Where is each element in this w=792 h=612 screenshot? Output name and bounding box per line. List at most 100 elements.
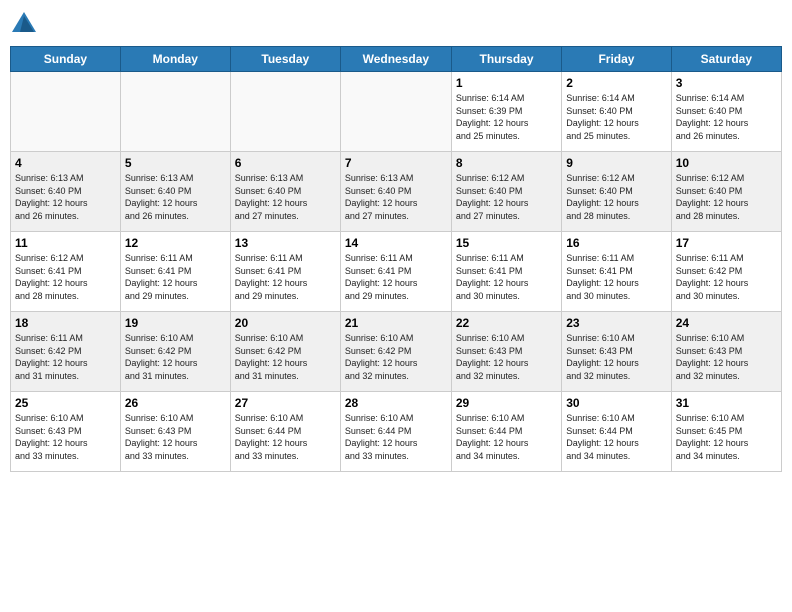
calendar-cell: 17Sunrise: 6:11 AM Sunset: 6:42 PM Dayli… [671,232,781,312]
calendar-cell: 28Sunrise: 6:10 AM Sunset: 6:44 PM Dayli… [340,392,451,472]
day-info: Sunrise: 6:13 AM Sunset: 6:40 PM Dayligh… [235,172,336,222]
calendar-cell: 20Sunrise: 6:10 AM Sunset: 6:42 PM Dayli… [230,312,340,392]
calendar-cell [120,72,230,152]
calendar-cell [11,72,121,152]
calendar-cell: 2Sunrise: 6:14 AM Sunset: 6:40 PM Daylig… [562,72,672,152]
calendar-cell: 13Sunrise: 6:11 AM Sunset: 6:41 PM Dayli… [230,232,340,312]
day-info: Sunrise: 6:13 AM Sunset: 6:40 PM Dayligh… [15,172,116,222]
calendar-header-row: SundayMondayTuesdayWednesdayThursdayFrid… [11,47,782,72]
day-number: 30 [566,395,667,411]
calendar-cell: 10Sunrise: 6:12 AM Sunset: 6:40 PM Dayli… [671,152,781,232]
day-info: Sunrise: 6:11 AM Sunset: 6:41 PM Dayligh… [345,252,447,302]
day-info: Sunrise: 6:13 AM Sunset: 6:40 PM Dayligh… [345,172,447,222]
day-number: 27 [235,395,336,411]
day-info: Sunrise: 6:10 AM Sunset: 6:44 PM Dayligh… [456,412,557,462]
calendar-week-row: 25Sunrise: 6:10 AM Sunset: 6:43 PM Dayli… [11,392,782,472]
day-number: 5 [125,155,226,171]
day-number: 19 [125,315,226,331]
calendar-cell: 24Sunrise: 6:10 AM Sunset: 6:43 PM Dayli… [671,312,781,392]
day-info: Sunrise: 6:10 AM Sunset: 6:42 PM Dayligh… [125,332,226,382]
day-info: Sunrise: 6:14 AM Sunset: 6:39 PM Dayligh… [456,92,557,142]
day-number: 11 [15,235,116,251]
calendar-cell: 5Sunrise: 6:13 AM Sunset: 6:40 PM Daylig… [120,152,230,232]
calendar-cell: 11Sunrise: 6:12 AM Sunset: 6:41 PM Dayli… [11,232,121,312]
day-number: 29 [456,395,557,411]
calendar-week-row: 4Sunrise: 6:13 AM Sunset: 6:40 PM Daylig… [11,152,782,232]
day-info: Sunrise: 6:14 AM Sunset: 6:40 PM Dayligh… [566,92,667,142]
calendar-header-friday: Friday [562,47,672,72]
calendar-header-saturday: Saturday [671,47,781,72]
calendar-week-row: 11Sunrise: 6:12 AM Sunset: 6:41 PM Dayli… [11,232,782,312]
calendar-cell: 9Sunrise: 6:12 AM Sunset: 6:40 PM Daylig… [562,152,672,232]
day-info: Sunrise: 6:12 AM Sunset: 6:40 PM Dayligh… [566,172,667,222]
day-info: Sunrise: 6:11 AM Sunset: 6:41 PM Dayligh… [235,252,336,302]
day-info: Sunrise: 6:10 AM Sunset: 6:44 PM Dayligh… [566,412,667,462]
day-info: Sunrise: 6:10 AM Sunset: 6:43 PM Dayligh… [125,412,226,462]
calendar-header-sunday: Sunday [11,47,121,72]
day-number: 1 [456,75,557,91]
day-number: 6 [235,155,336,171]
day-number: 10 [676,155,777,171]
page: SundayMondayTuesdayWednesdayThursdayFrid… [0,0,792,612]
day-number: 17 [676,235,777,251]
day-number: 13 [235,235,336,251]
calendar-cell: 27Sunrise: 6:10 AM Sunset: 6:44 PM Dayli… [230,392,340,472]
calendar-week-row: 1Sunrise: 6:14 AM Sunset: 6:39 PM Daylig… [11,72,782,152]
day-number: 8 [456,155,557,171]
calendar-cell [340,72,451,152]
day-info: Sunrise: 6:10 AM Sunset: 6:44 PM Dayligh… [235,412,336,462]
day-info: Sunrise: 6:14 AM Sunset: 6:40 PM Dayligh… [676,92,777,142]
day-number: 3 [676,75,777,91]
day-number: 7 [345,155,447,171]
header [10,10,782,38]
calendar-cell: 14Sunrise: 6:11 AM Sunset: 6:41 PM Dayli… [340,232,451,312]
day-info: Sunrise: 6:12 AM Sunset: 6:41 PM Dayligh… [15,252,116,302]
calendar-cell: 12Sunrise: 6:11 AM Sunset: 6:41 PM Dayli… [120,232,230,312]
day-number: 4 [15,155,116,171]
calendar-table: SundayMondayTuesdayWednesdayThursdayFrid… [10,46,782,472]
calendar-header-monday: Monday [120,47,230,72]
day-info: Sunrise: 6:10 AM Sunset: 6:43 PM Dayligh… [15,412,116,462]
day-info: Sunrise: 6:11 AM Sunset: 6:42 PM Dayligh… [676,252,777,302]
calendar-cell: 4Sunrise: 6:13 AM Sunset: 6:40 PM Daylig… [11,152,121,232]
day-number: 22 [456,315,557,331]
calendar-cell: 15Sunrise: 6:11 AM Sunset: 6:41 PM Dayli… [451,232,561,312]
day-info: Sunrise: 6:11 AM Sunset: 6:41 PM Dayligh… [125,252,226,302]
calendar-header-tuesday: Tuesday [230,47,340,72]
day-info: Sunrise: 6:10 AM Sunset: 6:43 PM Dayligh… [566,332,667,382]
calendar-cell: 6Sunrise: 6:13 AM Sunset: 6:40 PM Daylig… [230,152,340,232]
day-number: 12 [125,235,226,251]
day-number: 2 [566,75,667,91]
calendar-cell: 30Sunrise: 6:10 AM Sunset: 6:44 PM Dayli… [562,392,672,472]
day-info: Sunrise: 6:10 AM Sunset: 6:43 PM Dayligh… [456,332,557,382]
day-info: Sunrise: 6:10 AM Sunset: 6:44 PM Dayligh… [345,412,447,462]
day-number: 24 [676,315,777,331]
calendar-header-wednesday: Wednesday [340,47,451,72]
calendar-cell: 23Sunrise: 6:10 AM Sunset: 6:43 PM Dayli… [562,312,672,392]
calendar-header-thursday: Thursday [451,47,561,72]
day-info: Sunrise: 6:11 AM Sunset: 6:41 PM Dayligh… [456,252,557,302]
day-info: Sunrise: 6:10 AM Sunset: 6:45 PM Dayligh… [676,412,777,462]
day-number: 20 [235,315,336,331]
day-number: 16 [566,235,667,251]
day-info: Sunrise: 6:11 AM Sunset: 6:41 PM Dayligh… [566,252,667,302]
day-number: 15 [456,235,557,251]
day-info: Sunrise: 6:10 AM Sunset: 6:42 PM Dayligh… [235,332,336,382]
calendar-cell: 26Sunrise: 6:10 AM Sunset: 6:43 PM Dayli… [120,392,230,472]
calendar-cell: 18Sunrise: 6:11 AM Sunset: 6:42 PM Dayli… [11,312,121,392]
day-info: Sunrise: 6:12 AM Sunset: 6:40 PM Dayligh… [456,172,557,222]
calendar-cell: 7Sunrise: 6:13 AM Sunset: 6:40 PM Daylig… [340,152,451,232]
day-number: 18 [15,315,116,331]
calendar-cell: 8Sunrise: 6:12 AM Sunset: 6:40 PM Daylig… [451,152,561,232]
calendar-cell: 29Sunrise: 6:10 AM Sunset: 6:44 PM Dayli… [451,392,561,472]
calendar-cell: 21Sunrise: 6:10 AM Sunset: 6:42 PM Dayli… [340,312,451,392]
calendar-cell: 31Sunrise: 6:10 AM Sunset: 6:45 PM Dayli… [671,392,781,472]
day-info: Sunrise: 6:13 AM Sunset: 6:40 PM Dayligh… [125,172,226,222]
day-number: 25 [15,395,116,411]
calendar-cell: 22Sunrise: 6:10 AM Sunset: 6:43 PM Dayli… [451,312,561,392]
day-number: 9 [566,155,667,171]
day-info: Sunrise: 6:11 AM Sunset: 6:42 PM Dayligh… [15,332,116,382]
calendar-cell: 25Sunrise: 6:10 AM Sunset: 6:43 PM Dayli… [11,392,121,472]
day-number: 23 [566,315,667,331]
calendar-week-row: 18Sunrise: 6:11 AM Sunset: 6:42 PM Dayli… [11,312,782,392]
